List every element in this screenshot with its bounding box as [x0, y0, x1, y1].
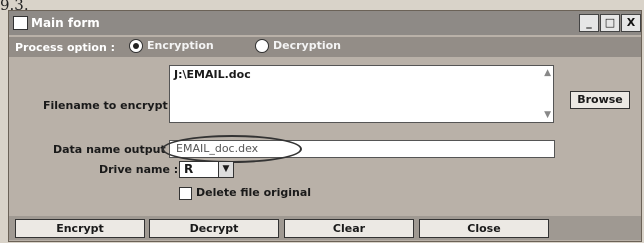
highlight-ellipse — [162, 135, 302, 163]
radio-unselected-icon — [255, 39, 269, 53]
scroll-down-icon[interactable]: ▼ — [544, 110, 551, 120]
radio-encryption[interactable]: Encryption — [129, 39, 214, 53]
drive-label: Drive name : — [99, 163, 179, 176]
close-window-button[interactable]: X — [621, 14, 641, 32]
decrypt-button[interactable]: Decrypt — [149, 219, 279, 238]
minimize-button[interactable]: _ — [579, 14, 599, 32]
browse-button[interactable]: Browse — [570, 91, 630, 109]
drive-select[interactable]: R ▼ — [179, 161, 234, 178]
chevron-down-icon[interactable]: ▼ — [218, 162, 233, 177]
close-button[interactable]: Close — [419, 219, 549, 238]
filename-label: Filename to encrypt : — [43, 99, 176, 112]
filename-textarea[interactable]: J:\EMAIL.doc ▲ ▼ — [169, 65, 554, 123]
main-form-window: Main form _ □ X Process option : Encrypt… — [8, 10, 642, 242]
radio-selected-icon — [129, 39, 143, 53]
process-option-bar: Process option : Encryption Decryption — [9, 37, 641, 57]
delete-original-label: Delete file original — [196, 186, 312, 199]
process-option-label: Process option : — [15, 41, 116, 54]
scroll-up-icon[interactable]: ▲ — [544, 68, 551, 78]
window-title: Main form — [31, 16, 100, 30]
app-icon — [13, 16, 28, 30]
action-bar: Encrypt Decrypt Clear Close — [9, 216, 641, 240]
maximize-button[interactable]: □ — [600, 14, 620, 32]
title-bar: Main form _ □ X — [9, 11, 641, 35]
encrypt-button[interactable]: Encrypt — [15, 219, 145, 238]
clear-button[interactable]: Clear — [284, 219, 414, 238]
output-label: Data name output — [53, 143, 166, 156]
delete-original-checkbox[interactable] — [179, 187, 192, 200]
radio-decryption[interactable]: Decryption — [255, 39, 341, 53]
